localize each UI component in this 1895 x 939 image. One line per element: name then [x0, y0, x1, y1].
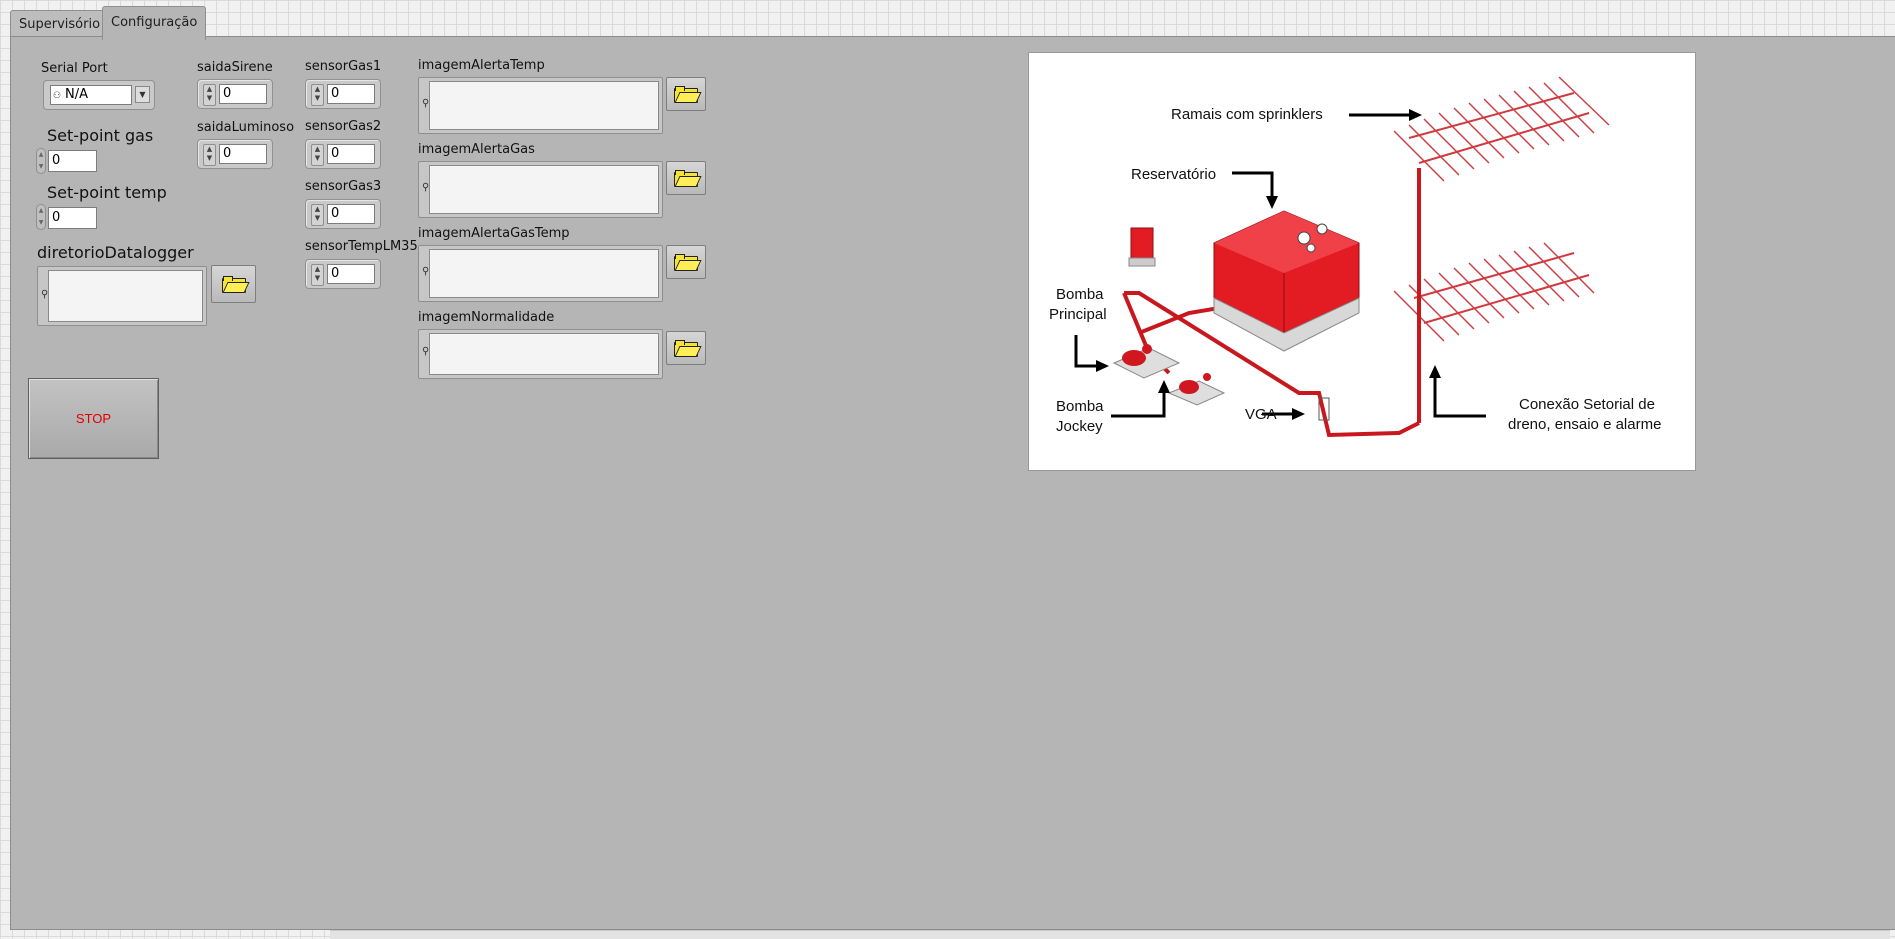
sensor-temp-lm35-spinner[interactable]: ▲ ▼	[311, 264, 324, 286]
sensor-gas3-control: ▲ ▼ 0	[305, 199, 381, 229]
serial-port-selector[interactable]: ⚇ N/A ▼	[43, 80, 155, 110]
sensor-temp-lm35-input[interactable]: 0	[327, 264, 375, 284]
datalogger-label: diretorioDatalogger	[37, 243, 194, 262]
imagem-alerta-gas-label: imagemAlertaGas	[418, 142, 535, 157]
tab-supervisorio[interactable]: Supervisório	[10, 10, 110, 39]
sensor-gas2-control: ▲ ▼ 0	[305, 139, 381, 169]
imagem-alerta-gas-temp-browse-button[interactable]	[666, 245, 706, 279]
label-bomba-jockey-1: Bomba	[1056, 398, 1104, 415]
folder-icon	[674, 254, 702, 271]
datalogger-path-field[interactable]	[48, 270, 203, 322]
folder-icon	[674, 340, 702, 357]
imagem-alerta-gas-field[interactable]	[429, 165, 659, 214]
imagem-normalidade-path[interactable]: ⚲	[418, 329, 663, 379]
datalogger-browse-button[interactable]	[211, 265, 256, 303]
tab-configuracao[interactable]: Configuração	[102, 6, 207, 40]
sensor-temp-lm35-control: ▲ ▼ 0	[305, 259, 381, 289]
saida-sirene-control: ▲ ▼ 0	[197, 79, 273, 109]
label-bomba-principal-1: Bomba	[1056, 286, 1104, 303]
label-conexao-1: Conexão Setorial de	[1519, 396, 1655, 413]
imagem-alerta-gas-temp-field[interactable]	[429, 249, 659, 298]
label-bomba-principal-2: Principal	[1049, 306, 1107, 323]
serial-port-field[interactable]: ⚇ N/A	[50, 85, 132, 105]
setpoint-temp-spinner[interactable]: ▲ ▼	[36, 204, 46, 230]
serial-port-label: Serial Port	[41, 61, 108, 76]
sensor-gas3-spinner[interactable]: ▲ ▼	[311, 204, 324, 226]
setpoint-gas-spinner[interactable]: ▲ ▼	[36, 148, 46, 174]
imagem-alerta-temp-field[interactable]	[429, 81, 659, 130]
sprinkler-system-diagram: Ramais com sprinklers Reservatório Bomba…	[1028, 52, 1696, 471]
saida-sirene-spinner[interactable]: ▲ ▼	[203, 84, 216, 106]
label-bomba-jockey-2: Jockey	[1056, 418, 1103, 435]
imagem-alerta-gas-browse-button[interactable]	[666, 161, 706, 195]
saida-luminoso-label: saidaLuminoso	[197, 120, 295, 135]
setpoint-gas-input[interactable]: 0	[48, 150, 97, 172]
imagem-normalidade-browse-button[interactable]	[666, 331, 706, 365]
label-vga: VGA	[1245, 406, 1277, 423]
imagem-alerta-gas-temp-label: imagemAlertaGasTemp	[418, 226, 570, 241]
folder-icon	[221, 276, 250, 293]
imagem-alerta-temp-path[interactable]: ⚲	[418, 77, 663, 134]
sensor-gas1-control: ▲ ▼ 0	[305, 79, 381, 109]
imagem-normalidade-field[interactable]	[429, 333, 659, 375]
sensor-gas2-input[interactable]: 0	[327, 144, 375, 164]
sensor-gas1-input[interactable]: 0	[327, 84, 375, 104]
datalogger-path[interactable]: ⚲	[37, 266, 207, 326]
imagem-normalidade-label: imagemNormalidade	[418, 310, 555, 325]
saida-sirene-input[interactable]: 0	[219, 84, 267, 104]
saida-sirene-label: saidaSirene	[197, 60, 273, 75]
sensor-gas2-spinner[interactable]: ▲ ▼	[311, 144, 324, 166]
setpoint-gas-label: Set-point gas	[47, 126, 154, 145]
setpoint-temp-label: Set-point temp	[47, 183, 167, 202]
dropdown-arrow-icon[interactable]: ▼	[135, 86, 150, 103]
sensor-gas3-label: sensorGas3	[305, 179, 382, 194]
label-reservatorio: Reservatório	[1131, 166, 1217, 183]
stop-button[interactable]: STOP	[28, 378, 159, 459]
label-conexao-2: dreno, ensaio e alarme	[1508, 416, 1662, 433]
imagem-alerta-temp-browse-button[interactable]	[666, 77, 706, 111]
sensor-temp-lm35-label: sensorTempLM35	[305, 239, 418, 254]
saida-luminoso-input[interactable]: 0	[219, 144, 267, 164]
imagem-alerta-temp-label: imagemAlertaTemp	[418, 58, 545, 73]
saida-luminoso-spinner[interactable]: ▲ ▼	[203, 144, 216, 166]
folder-icon	[674, 170, 702, 187]
sensor-gas1-label: sensorGas1	[305, 59, 382, 74]
setpoint-temp-input[interactable]: 0	[48, 207, 97, 229]
label-ramais: Ramais com sprinklers	[1171, 106, 1323, 123]
saida-luminoso-control: ▲ ▼ 0	[197, 139, 273, 169]
serial-port-value: N/A	[65, 87, 88, 102]
folder-icon	[674, 86, 702, 103]
visa-io-icon: ⚇	[53, 91, 62, 101]
sensor-gas3-input[interactable]: 0	[327, 204, 375, 224]
imagem-alerta-gas-temp-path[interactable]: ⚲	[418, 245, 663, 302]
sensor-gas1-spinner[interactable]: ▲ ▼	[311, 84, 324, 106]
imagem-alerta-gas-path[interactable]: ⚲	[418, 161, 663, 218]
sensor-gas2-label: sensorGas2	[305, 119, 382, 134]
